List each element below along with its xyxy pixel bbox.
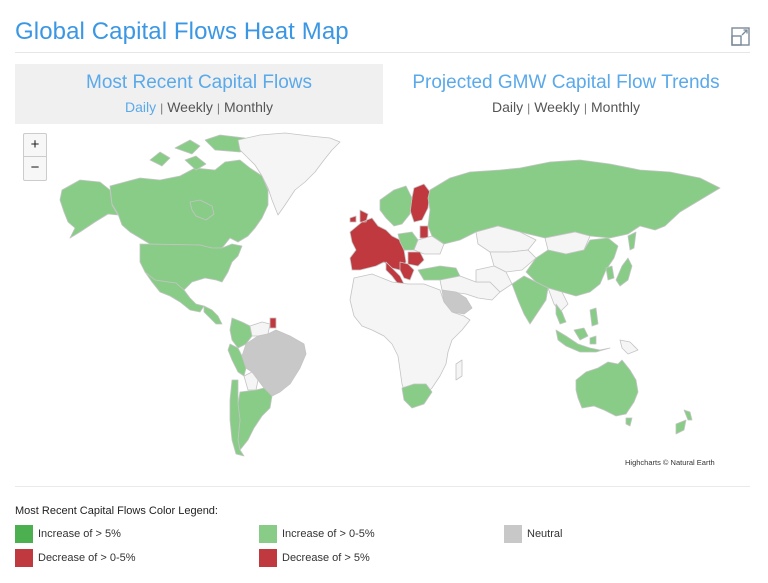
legend-item-decrease-gt5: Decrease of > 5% — [259, 549, 370, 567]
legend-swatch — [15, 525, 33, 543]
legend-swatch — [504, 525, 522, 543]
region-new-zealand[interactable] — [675, 409, 693, 435]
separator: | — [583, 101, 587, 115]
period-daily[interactable]: Daily — [492, 99, 523, 115]
page-title: Global Capital Flows Heat Map — [15, 18, 349, 45]
legend-label: Decrease of > 5% — [282, 552, 370, 564]
region-russia[interactable] — [427, 159, 721, 245]
separator: | — [216, 101, 220, 115]
legend-item-neutral: Neutral — [504, 525, 562, 543]
period-weekly[interactable]: Weekly — [534, 99, 580, 115]
title-divider — [15, 52, 750, 53]
region-finland[interactable] — [409, 183, 431, 223]
period-weekly[interactable]: Weekly — [167, 99, 213, 115]
zoom-in-button[interactable]: + — [24, 134, 46, 157]
zoom-out-button[interactable]: − — [24, 157, 46, 180]
period-monthly[interactable]: Monthly — [591, 99, 640, 115]
region-korea[interactable] — [605, 265, 615, 281]
region-philippines[interactable] — [589, 307, 599, 327]
legend-label: Decrease of > 0-5% — [38, 552, 136, 564]
region-indonesia[interactable] — [555, 327, 611, 353]
region-australia[interactable] — [575, 359, 639, 427]
legend-label: Neutral — [527, 528, 563, 540]
period-monthly[interactable]: Monthly — [224, 99, 273, 115]
period-selector: Daily | Weekly | Monthly — [15, 99, 383, 115]
world-map[interactable]: + − — [15, 128, 750, 473]
region-papua-new-guinea[interactable] — [619, 339, 639, 355]
tab-title[interactable]: Projected GMW Capital Flow Trends — [383, 72, 749, 94]
expand-icon[interactable] — [731, 27, 750, 46]
region-baltics[interactable] — [419, 225, 429, 239]
legend-label: Increase of > 0-5% — [282, 528, 375, 540]
legend-item-increase-0-5: Increase of > 0-5% — [259, 525, 375, 543]
region-south-africa[interactable] — [401, 383, 433, 409]
map-canvas[interactable] — [15, 128, 750, 473]
map-credits[interactable]: Highcharts © Natural Earth — [625, 458, 715, 467]
legend-item-decrease-0-5: Decrease of > 0-5% — [15, 549, 136, 567]
tab-most-recent[interactable]: Most Recent Capital Flows Daily | Weekly | M… — [15, 64, 383, 124]
zoom-control: + − — [23, 133, 47, 181]
legend-swatch — [259, 525, 277, 543]
separator: | — [160, 101, 164, 115]
tab-title[interactable]: Most Recent Capital Flows — [15, 72, 383, 94]
region-french-guiana[interactable] — [269, 317, 277, 329]
period-selector: Daily | Weekly | Monthly — [383, 99, 749, 115]
region-canada[interactable] — [109, 159, 269, 249]
legend-item-increase-gt5: Increase of > 5% — [15, 525, 121, 543]
period-daily[interactable]: Daily — [125, 99, 156, 115]
region-alaska[interactable] — [59, 179, 119, 239]
legend-divider — [15, 486, 750, 487]
tab-projected[interactable]: Projected GMW Capital Flow Trends Daily |… — [383, 64, 749, 124]
separator: | — [527, 101, 531, 115]
legend-label: Increase of > 5% — [38, 528, 121, 540]
region-scandinavia[interactable] — [379, 185, 413, 227]
legend-title: Most Recent Capital Flows Color Legend: — [15, 505, 218, 517]
legend-swatch — [15, 549, 33, 567]
region-madagascar[interactable] — [455, 359, 463, 381]
legend-swatch — [259, 549, 277, 567]
region-argentina[interactable] — [237, 387, 273, 451]
region-romania[interactable] — [407, 251, 425, 267]
region-central-america[interactable] — [203, 305, 223, 325]
region-japan[interactable] — [615, 231, 637, 287]
